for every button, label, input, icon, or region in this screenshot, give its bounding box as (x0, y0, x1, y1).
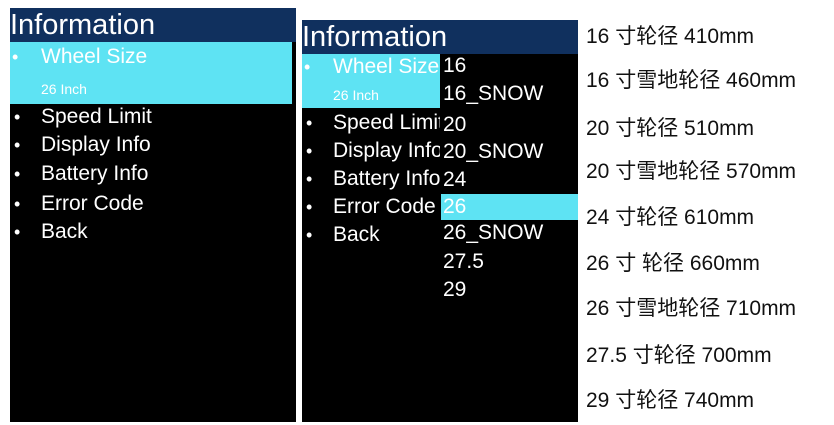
menu-item-label: Display Info (333, 139, 440, 162)
bullet-icon: • (306, 141, 313, 161)
option-label: 26 (443, 195, 467, 218)
menu-item-label: Back (41, 220, 88, 243)
option-24[interactable]: 24 (441, 168, 466, 192)
menu-item-wheel-size[interactable]: • Wheel Size 26 Inch (302, 54, 440, 108)
menu-item-value: 26 Inch (41, 81, 87, 97)
menu-item-label: Wheel Size (41, 45, 148, 68)
option-26-selected[interactable]: 26 (441, 194, 578, 220)
menu-item-label: Error Code (333, 195, 436, 218)
legend-line: 16 寸雪地轮径 460mm (586, 69, 797, 92)
bullet-icon: • (14, 194, 21, 214)
device-screen-wheel-size-picker: Information • Wheel Size 26 Inch • Speed… (302, 20, 578, 422)
screen-title: Information (10, 9, 156, 41)
bullet-icon: • (306, 225, 313, 245)
menu-item-label: Speed Limit (41, 105, 152, 128)
title-bar: Information (10, 8, 296, 42)
bullet-icon: • (14, 135, 21, 155)
legend-line: 16 寸轮径 410mm (586, 25, 755, 48)
menu-item-label: Battery Info (333, 167, 440, 190)
device-screen-main-menu: Information • Wheel Size 26 Inch • Speed… (10, 8, 296, 422)
legend-line: 20 寸雪地轮径 570mm (586, 160, 797, 183)
option-26-snow[interactable]: 26_SNOW (441, 221, 543, 245)
menu-item-label: Display Info (41, 133, 151, 156)
legend-line: 24 寸轮径 610mm (586, 206, 755, 229)
legend-line: 27.5 寸轮径 700mm (586, 344, 772, 367)
screen-title: Information (302, 21, 448, 53)
legend-line: 26 寸 轮径 660mm (586, 252, 760, 275)
option-29[interactable]: 29 (441, 278, 466, 302)
bullet-icon: • (14, 164, 21, 184)
option-27-5[interactable]: 27.5 (441, 250, 484, 274)
menu-item-wheel-size[interactable]: • Wheel Size 26 Inch (10, 42, 292, 104)
menu-item-label: Speed Limit (333, 111, 440, 134)
legend-line: 29 寸轮径 740mm (586, 389, 755, 412)
bullet-icon: • (14, 222, 21, 242)
bullet-icon: • (306, 113, 313, 133)
bullet-icon: • (306, 169, 313, 189)
menu-item-label: Battery Info (41, 162, 149, 185)
bullet-icon: • (306, 197, 313, 217)
bullet-icon: • (14, 107, 21, 127)
option-16-snow[interactable]: 16_SNOW (441, 82, 543, 106)
option-20-snow[interactable]: 20_SNOW (441, 140, 543, 164)
bullet-icon: • (304, 57, 311, 77)
bullet-icon: • (12, 47, 19, 67)
wheel-size-option-list: 16 16_SNOW 20 20_SNOW 24 26 26_SNOW 27.5… (441, 54, 578, 422)
legend-line: 20 寸轮径 510mm (586, 117, 755, 140)
menu-item-label: Wheel Size (333, 55, 440, 78)
menu-item-value: 26 Inch (333, 87, 379, 103)
menu-item-label: Error Code (41, 192, 144, 215)
legend-line: 26 寸雪地轮径 710mm (586, 297, 797, 320)
menu-item-label: Back (333, 223, 380, 246)
option-20[interactable]: 20 (441, 113, 466, 137)
option-16[interactable]: 16 (441, 54, 466, 78)
menu-column: • Wheel Size 26 Inch • Speed Limit • Dis… (302, 54, 440, 422)
title-bar: Information (302, 20, 578, 54)
